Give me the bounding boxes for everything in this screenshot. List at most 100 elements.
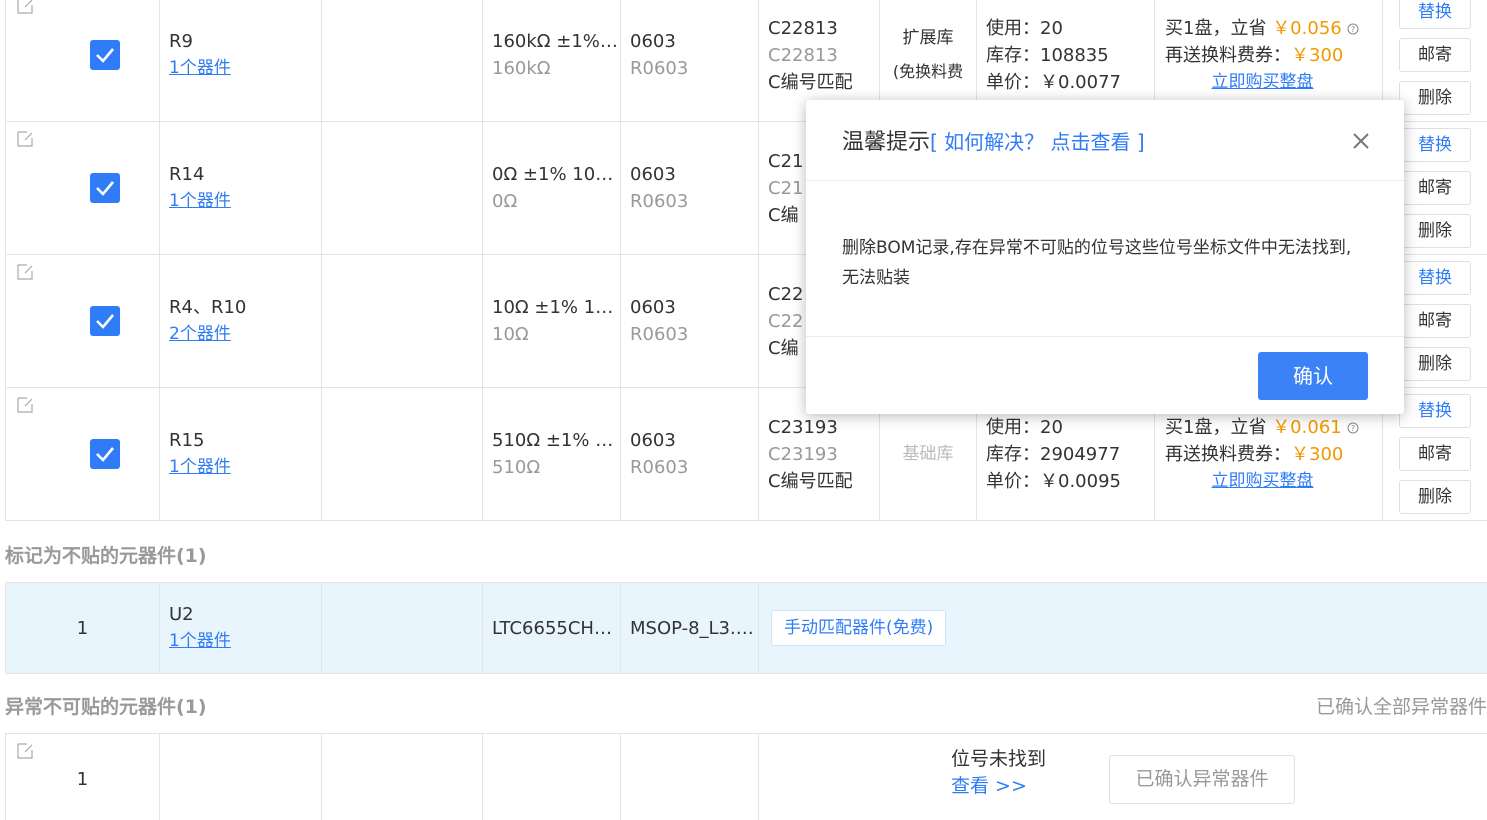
- designator: R15: [169, 430, 205, 451]
- value-cell: 10Ω ±1% 100mW 厚膜电阻 10Ω: [482, 254, 621, 388]
- unit-price: 单价：￥0.0077: [986, 71, 1121, 93]
- manual-match-button[interactable]: 手动匹配器件(免费): [771, 610, 947, 646]
- svg-text:?: ?: [1351, 424, 1355, 433]
- package: 0603: [630, 430, 676, 451]
- row-checkbox[interactable]: [90, 40, 120, 70]
- view-link[interactable]: 查看 >>: [951, 773, 1046, 800]
- row-checkbox[interactable]: [90, 306, 120, 336]
- package: 0603: [630, 297, 676, 318]
- confirmed-all-text: 已确认全部异常器件: [1315, 696, 1487, 718]
- stock: 库存：108835: [986, 44, 1109, 66]
- edit-icon[interactable]: [16, 130, 34, 148]
- package-sub: R0603: [630, 324, 689, 345]
- usage: 使用：20: [986, 17, 1063, 39]
- match-type: C编号匹配: [768, 71, 853, 93]
- dialog-message: 删除BOM记录,存在异常不可贴的位号这些位号坐标文件中无法找到, 无法贴装: [806, 181, 1404, 337]
- value: 160kΩ ±1% 100mW 厚膜电阻: [492, 31, 620, 52]
- select-cell: [5, 254, 160, 388]
- package-sub: R0603: [630, 457, 689, 478]
- delete-button[interactable]: 删除: [1399, 214, 1471, 248]
- unit-price: 单价：￥0.0095: [986, 470, 1121, 492]
- value: 510Ω ±1% 100mW 厚膜电阻: [492, 430, 620, 451]
- component-count-link[interactable]: 1个器件: [169, 454, 321, 481]
- warning-dialog: 温馨提示 [ 如何解决？ 点击查看 ] 删除BOM记录,存在异常不可贴的位号这些…: [806, 100, 1404, 414]
- value-cell: 160kΩ ±1% 100mW 厚膜电阻 160kΩ: [482, 0, 621, 122]
- delete-button[interactable]: 删除: [1399, 81, 1471, 115]
- replace-button[interactable]: 替换: [1399, 0, 1471, 29]
- help-icon[interactable]: ?: [1347, 23, 1359, 35]
- select-cell: [5, 121, 160, 255]
- edit-icon[interactable]: [16, 0, 34, 15]
- table-row: 1 U2 1个器件 LTC6655CHMS8-2.5 MSOP-8_L3.0-W…: [5, 582, 1487, 674]
- mail-button[interactable]: 邮寄: [1399, 38, 1471, 72]
- delete-button[interactable]: 删除: [1399, 480, 1471, 514]
- empty-cell: [321, 733, 483, 820]
- mail-button[interactable]: 邮寄: [1399, 437, 1471, 471]
- check-icon: [96, 181, 114, 196]
- row-index: 1: [76, 769, 89, 790]
- designator-cell: R9 1个器件: [159, 0, 322, 122]
- designator-cell: R4、R10 2个器件: [159, 254, 322, 388]
- save-text: 买1盘，立省: [1165, 416, 1267, 438]
- value-cell: LTC6655CHMS8-2.5: [482, 582, 621, 674]
- value-cell: 0Ω ±1% 100mW 厚膜电阻 0Ω: [482, 121, 621, 255]
- designator: U2: [169, 604, 194, 625]
- designator-cell: R15 1个器件: [159, 387, 322, 521]
- row-index: 1: [5, 582, 160, 674]
- usage: 使用：20: [986, 416, 1063, 438]
- save-amount: ￥0.061: [1272, 416, 1342, 438]
- coupon-text: 再送换料费券：: [1165, 44, 1291, 66]
- designator-cell: R14 1个器件: [159, 121, 322, 255]
- package: 0603: [630, 31, 676, 52]
- designator-cell: U2 1个器件: [159, 582, 322, 674]
- empty-cell: [321, 387, 483, 521]
- library-note: (免换料费: [892, 62, 964, 81]
- help-icon[interactable]: ?: [1347, 422, 1359, 434]
- row-index-cell: 1: [5, 733, 160, 820]
- edit-icon[interactable]: [16, 742, 34, 760]
- mail-button[interactable]: 邮寄: [1399, 304, 1471, 338]
- empty-cell: [620, 733, 759, 820]
- dialog-header: 温馨提示 [ 如何解决？ 点击查看 ]: [806, 100, 1404, 181]
- dialog-help-link[interactable]: [ 如何解决？ 点击查看 ]: [930, 126, 1145, 155]
- close-icon[interactable]: [1352, 132, 1370, 150]
- empty-cell: [321, 121, 483, 255]
- confirmed-abnormal-button[interactable]: 已确认异常器件: [1109, 755, 1295, 804]
- abnormal-section-title: 异常不可贴的元器件(1): [5, 696, 207, 718]
- part-code-sub: C22813: [768, 44, 838, 66]
- row-checkbox[interactable]: [90, 173, 120, 203]
- nopaste-table: 1 U2 1个器件 LTC6655CHMS8-2.5 MSOP-8_L3.0-W…: [5, 582, 1487, 674]
- replace-button[interactable]: 替换: [1399, 128, 1471, 162]
- value: 0Ω ±1% 100mW 厚膜电阻: [492, 164, 620, 185]
- replace-button[interactable]: 替换: [1399, 261, 1471, 295]
- row-checkbox[interactable]: [90, 439, 120, 469]
- component-count-link[interactable]: 1个器件: [169, 188, 321, 215]
- match-type: C编号匹配: [768, 470, 853, 492]
- designator: R14: [169, 164, 205, 185]
- coupon-amount: ￥300: [1291, 44, 1344, 66]
- empty-cell: [321, 582, 483, 674]
- edit-icon[interactable]: [16, 396, 34, 414]
- replace-button[interactable]: 替换: [1399, 394, 1471, 428]
- empty-cell: [159, 733, 322, 820]
- component-count-link[interactable]: 1个器件: [169, 55, 321, 82]
- abnormal-table: 1 位号未找到 查看 >> 已确认异常器件: [5, 733, 1487, 820]
- confirm-button[interactable]: 确认: [1258, 352, 1368, 400]
- buy-reel-link[interactable]: 立即购买整盘: [1165, 69, 1382, 96]
- component-count-link[interactable]: 1个器件: [169, 628, 321, 655]
- delete-button[interactable]: 删除: [1399, 347, 1471, 381]
- svg-text:?: ?: [1351, 25, 1355, 34]
- buy-reel-link[interactable]: 立即购买整盘: [1165, 468, 1382, 495]
- value-sub: 10Ω: [492, 324, 529, 345]
- value: 10Ω ±1% 100mW 厚膜电阻: [492, 297, 620, 318]
- edit-icon[interactable]: [16, 263, 34, 281]
- empty-cell: [321, 0, 483, 122]
- part-code: C23193: [768, 416, 838, 438]
- abnormal-status-cell: 位号未找到 查看 >> 已确认异常器件: [758, 733, 1487, 820]
- package-cell: 0603 R0603: [620, 387, 759, 521]
- stock: 库存：2904977: [986, 443, 1121, 465]
- component-count-link[interactable]: 2个器件: [169, 321, 321, 348]
- table-row: 1 位号未找到 查看 >> 已确认异常器件: [5, 733, 1487, 820]
- package-cell: 0603 R0603: [620, 254, 759, 388]
- mail-button[interactable]: 邮寄: [1399, 171, 1471, 205]
